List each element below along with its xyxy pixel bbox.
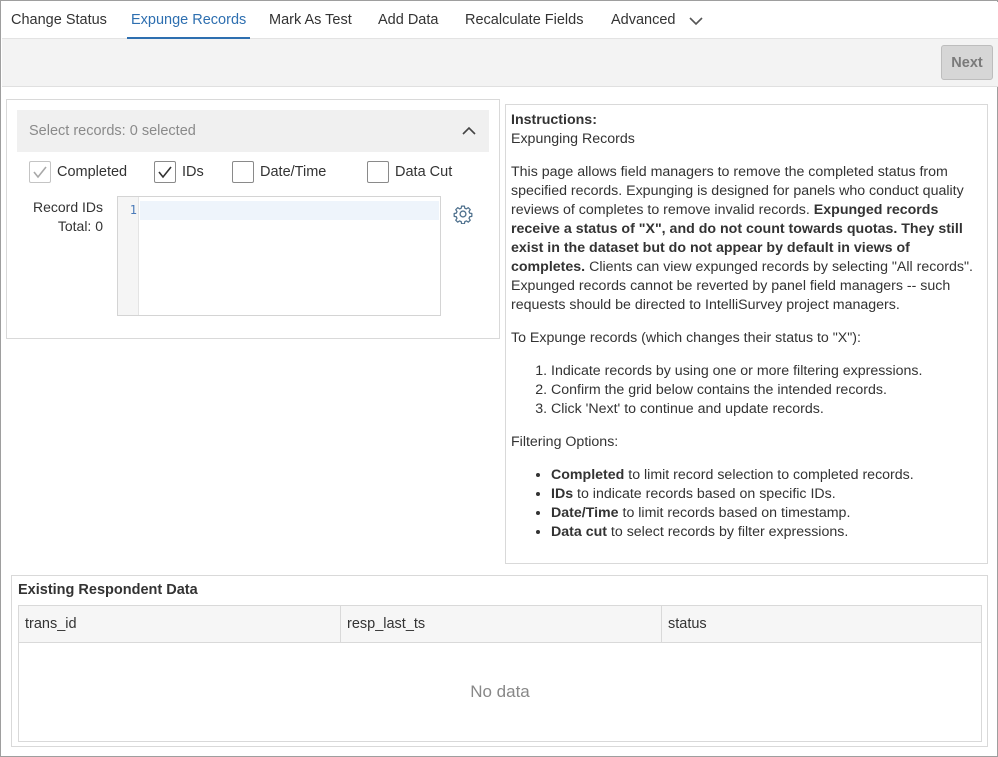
line-number: 1 <box>129 203 137 217</box>
filtering-options: Completed to limit record selection to c… <box>551 466 981 542</box>
completed-label: Completed <box>57 164 128 180</box>
table-header: trans_id resp_last_ts status <box>19 606 981 643</box>
editor-gutter: 1 <box>118 197 139 315</box>
completed-checkbox[interactable] <box>29 161 51 183</box>
step-item: Confirm the grid below contains the inte… <box>551 381 981 400</box>
step-item: Click 'Next' to continue and update reco… <box>551 400 981 419</box>
option-item: Date/Time to limit records based on time… <box>551 504 981 523</box>
respondent-data-table: trans_id resp_last_ts status No data <box>18 605 982 742</box>
tab-recalculate-fields[interactable]: Recalculate Fields <box>465 2 583 39</box>
tab-change-status[interactable]: Change Status <box>11 2 107 39</box>
instructions-panel: Instructions: Expunging Records This pag… <box>505 104 988 564</box>
existing-data-title: Existing Respondent Data <box>18 582 198 598</box>
option-item: IDs to indicate records based on specifi… <box>551 485 981 504</box>
gear-icon[interactable] <box>453 204 473 224</box>
tab-mark-as-test[interactable]: Mark As Test <box>269 2 352 39</box>
record-ids-editor[interactable]: 1 <box>117 196 441 316</box>
existing-data-panel: Existing Respondent Data trans_id resp_l… <box>11 575 988 747</box>
window-frame: Change Status Expunge Records Mark As Te… <box>0 0 998 757</box>
active-line[interactable] <box>140 201 439 220</box>
record-total-label: Total: 0 <box>57 218 103 234</box>
expunge-intro: To Expunge records (which changes their … <box>511 330 861 346</box>
option-item: Completed to limit record selection to c… <box>551 466 981 485</box>
tab-add-data[interactable]: Add Data <box>378 2 438 39</box>
data-cut-label: Data Cut <box>395 164 453 180</box>
filter-data-cut: Data Cut <box>367 160 452 184</box>
column-header-status[interactable]: status <box>662 606 983 642</box>
chevron-up-icon[interactable] <box>461 123 477 139</box>
option-item: Data cut to select records by filter exp… <box>551 523 981 542</box>
record-ids-label: Record IDs <box>32 199 103 215</box>
tab-expunge-records[interactable]: Expunge Records <box>126 2 251 39</box>
expunge-steps: Indicate records by using one or more fi… <box>551 362 981 419</box>
filter-datetime: Date/Time <box>232 160 326 184</box>
data-cut-checkbox[interactable] <box>367 161 389 183</box>
instructions-subheading: Expunging Records <box>511 131 635 147</box>
step-item: Indicate records by using one or more fi… <box>551 362 981 381</box>
instructions-paragraph: This page allows field managers to remov… <box>511 164 973 313</box>
column-header-resp-last-ts[interactable]: resp_last_ts <box>341 606 662 642</box>
ids-label: IDs <box>182 164 204 180</box>
filtering-heading: Filtering Options: <box>511 434 619 450</box>
select-records-header[interactable]: Select records: 0 selected <box>17 110 489 152</box>
select-records-label: Select records: 0 selected <box>29 123 196 139</box>
tab-advanced[interactable]: Advanced <box>611 2 676 39</box>
record-selector-panel: Select records: 0 selected Completed IDs… <box>6 99 500 339</box>
datetime-label: Date/Time <box>260 164 327 180</box>
chevron-down-icon[interactable] <box>688 13 704 29</box>
empty-state: No data <box>470 682 530 701</box>
filter-ids: IDs <box>154 160 204 184</box>
toolbar: Next <box>2 39 998 87</box>
filter-completed: Completed <box>29 160 127 184</box>
instructions-heading: Instructions: <box>511 112 597 128</box>
ids-checkbox[interactable] <box>154 161 176 183</box>
next-button[interactable]: Next <box>941 45 993 80</box>
tab-bar: Change Status Expunge Records Mark As Te… <box>2 2 998 39</box>
datetime-checkbox[interactable] <box>232 161 254 183</box>
column-header-trans-id[interactable]: trans_id <box>19 606 341 642</box>
